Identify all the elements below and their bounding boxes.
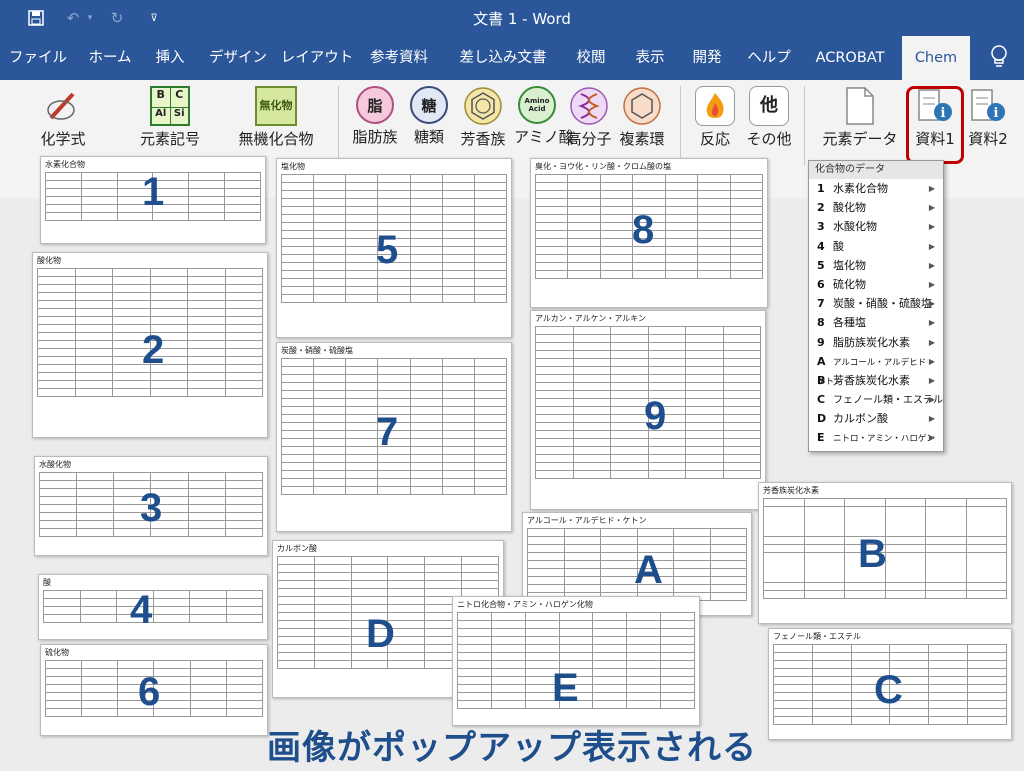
flame-icon — [695, 86, 735, 126]
document-icon — [845, 86, 875, 126]
ribbon-separator — [338, 86, 339, 166]
tab-help[interactable]: ヘルプ — [740, 36, 798, 80]
heterocycle-icon — [622, 86, 662, 126]
tab-home[interactable]: ホーム — [78, 36, 142, 80]
lipid-button[interactable]: 脂 脂肪族 — [352, 80, 398, 147]
other-icon: 他 — [749, 86, 789, 126]
chevron-right-icon: ▶ — [928, 337, 935, 347]
element-data-button[interactable]: 元素データ — [818, 80, 902, 149]
lightbulb-icon[interactable] — [988, 44, 1010, 70]
sheet-number: D — [366, 612, 395, 656]
tab-mailings[interactable]: 差し込み文書 — [444, 36, 562, 80]
material-1-dropdown-menu: 化合物のデータ 1 水素化合物 ▶ 2 酸化物 ▶ 3 水酸化物 ▶ 4 酸 ▶ 5 塩化物 ▶ 6… — [808, 160, 944, 452]
inorganic-compound-button[interactable]: 無化物 無機化合物 — [234, 80, 318, 149]
sheet-number: B — [858, 532, 887, 576]
sheet-number: 2 — [142, 328, 165, 372]
menu-item-salts[interactable]: 8 各種塩 ▶ — [809, 313, 943, 332]
sheet-number: 6 — [138, 670, 161, 714]
tab-acrobat[interactable]: ACROBAT — [806, 36, 894, 80]
chevron-right-icon: ▶ — [928, 184, 935, 193]
chevron-right-icon: ▶ — [928, 299, 935, 309]
sheet-number: 7 — [376, 410, 399, 454]
chevron-right-icon: ▶ — [928, 260, 935, 270]
sheet-number: 5 — [376, 228, 399, 272]
highlight-box — [906, 86, 964, 164]
chevron-right-icon: ▶ — [928, 375, 935, 385]
tab-references[interactable]: 参考資料 — [362, 36, 436, 80]
tab-layout[interactable]: レイアウト — [280, 36, 354, 80]
chevron-right-icon: ▶ — [928, 222, 935, 232]
tab-developer[interactable]: 開発 — [684, 36, 730, 80]
menu-item-acid[interactable]: 4 酸 ▶ — [809, 237, 943, 256]
chemical-formula-button[interactable]: 化学式 — [28, 80, 98, 149]
chevron-right-icon: ▶ — [928, 414, 935, 424]
sugar-button[interactable]: 糖 糖類 — [406, 80, 452, 147]
amino-acid-button[interactable]: Amino Acid アミノ酸 — [514, 80, 574, 147]
title-bar: ↶ ▾ ↻ ⊽ 文書 1 - Word — [0, 0, 1024, 36]
sheet-number: A — [634, 548, 663, 592]
polymer-icon — [569, 86, 609, 126]
sheet-number: E — [552, 666, 579, 710]
lipid-icon: 脂 — [356, 86, 394, 124]
chevron-right-icon: ▶ — [928, 356, 935, 366]
window-title: 文書 1 - Word — [473, 10, 571, 28]
sheet-number: 9 — [644, 394, 667, 438]
tab-chem[interactable]: Chem — [902, 36, 970, 80]
tab-file[interactable]: ファイル — [6, 36, 70, 80]
chevron-right-icon: ▶ — [928, 279, 935, 289]
periodic-table-icon: B C Al Si — [150, 86, 190, 126]
caption-text: 画像がポップアップ表示される — [267, 728, 757, 768]
element-symbol-button[interactable]: B C Al Si 元素記号 — [130, 80, 210, 149]
data-table — [43, 590, 263, 623]
benzene-ring-icon — [463, 86, 503, 126]
sheet-number: 4 — [130, 588, 153, 632]
data-sheet: 酸 — [38, 574, 268, 640]
svg-text:i: i — [994, 106, 999, 121]
menu-item-aromatic[interactable]: B 芳香族炭化水素 ▶ — [809, 371, 943, 390]
chevron-right-icon: ▶ — [928, 241, 935, 251]
inorganic-icon: 無化物 — [255, 86, 297, 126]
tab-insert[interactable]: 挿入 — [146, 36, 194, 80]
menu-item-oxide[interactable]: 2 酸化物 ▶ — [809, 198, 943, 217]
sheet-number: C — [874, 668, 903, 712]
reaction-button[interactable]: 反応 — [692, 80, 738, 149]
menu-item-sulfide[interactable]: 6 硫化物 ▶ — [809, 275, 943, 294]
menu-header: 化合物のデータ — [809, 161, 943, 179]
other-button[interactable]: 他 その他 — [746, 80, 792, 149]
menu-item-phenol[interactable]: C フェノール類・エステル ▶ — [809, 390, 943, 409]
menu-item-nitro[interactable]: E ニトロ・アミン・ハロゲン ▶ — [809, 428, 943, 447]
ribbon-separator — [804, 86, 805, 166]
menu-item-carboxylic[interactable]: D カルボン酸 ▶ — [809, 409, 943, 428]
menu-item-hydride[interactable]: 1 水素化合物 ▶ — [809, 179, 943, 198]
material-2-button[interactable]: i 資料2 — [964, 80, 1012, 149]
amino-acid-icon: Amino Acid — [518, 86, 556, 124]
menu-item-aliphatic[interactable]: 9 脂肪族炭化水素 ▶ — [809, 333, 943, 352]
chevron-right-icon: ▶ — [928, 318, 935, 328]
polymer-button[interactable]: 高分子 — [566, 80, 612, 149]
sugar-icon: 糖 — [410, 86, 448, 124]
menu-item-alcohol[interactable]: A アルコール・アルデヒド・ケトン ▶ — [809, 352, 943, 387]
sheet-number: 8 — [632, 208, 655, 252]
tab-design[interactable]: デザイン — [202, 36, 274, 80]
chevron-right-icon: ▶ — [928, 395, 935, 405]
ribbon-tab-bar: ファイル ホーム 挿入 デザイン レイアウト 参考資料 差し込み文書 校閲 表示… — [0, 36, 1024, 80]
info-document-icon: i — [968, 86, 1008, 126]
sheet-number: 1 — [142, 170, 165, 214]
aromatic-button[interactable]: 芳香族 — [460, 80, 506, 149]
chevron-right-icon: ▶ — [928, 433, 935, 443]
sheet-number: 3 — [140, 486, 163, 530]
menu-item-chloride[interactable]: 5 塩化物 ▶ — [809, 256, 943, 275]
pen-formula-icon — [43, 86, 83, 126]
menu-item-carbonate[interactable]: 7 炭酸・硝酸・硫酸塩 ▶ — [809, 294, 943, 313]
heterocycle-button[interactable]: 複素環 — [614, 80, 670, 149]
menu-item-hydroxide[interactable]: 3 水酸化物 ▶ — [809, 217, 943, 236]
tab-view[interactable]: 表示 — [624, 36, 676, 80]
chevron-right-icon: ▶ — [928, 203, 935, 213]
tab-review[interactable]: 校閲 — [568, 36, 614, 80]
ribbon-separator — [680, 86, 681, 166]
